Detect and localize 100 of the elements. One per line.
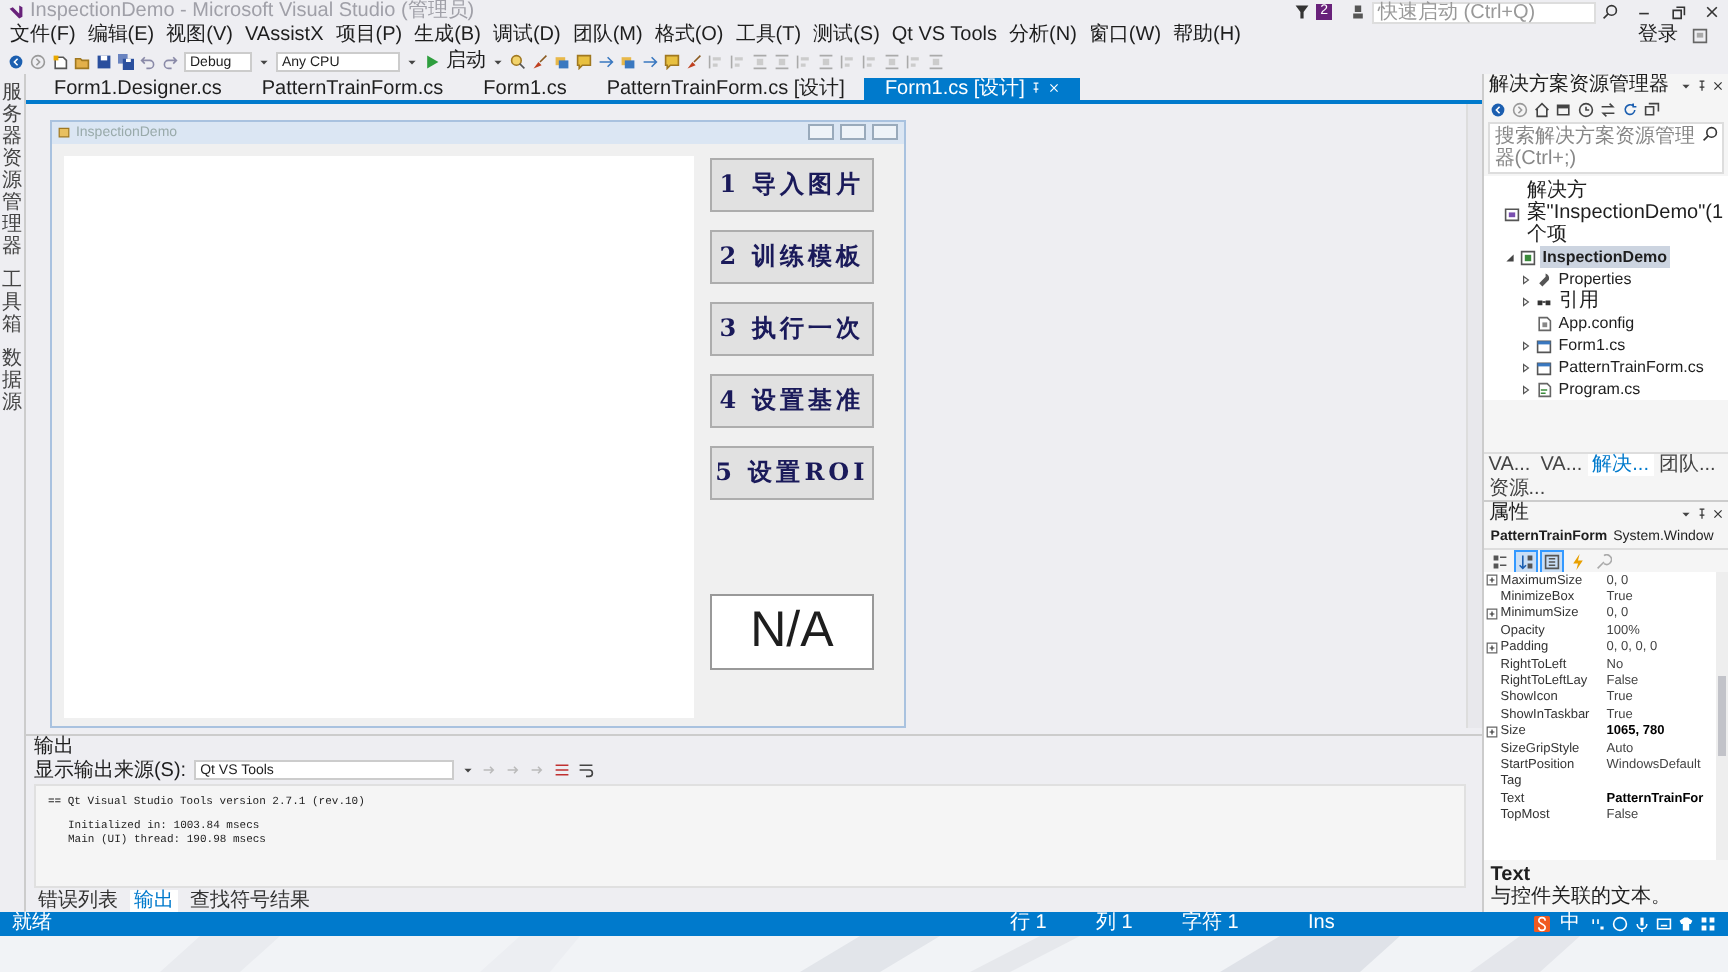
side-tab[interactable]: 数据源 [1,348,22,414]
collapse-arrow-icon[interactable] [1504,251,1517,263]
folder-icon[interactable] [74,53,90,69]
expand-arrow-icon[interactable] [1520,339,1533,351]
caret-icon[interactable] [406,55,418,67]
menu-item[interactable]: 测试(S) [807,24,886,48]
panel-tab[interactable]: VA... [1484,454,1535,476]
close-icon[interactable] [1704,4,1720,20]
play-icon[interactable] [424,53,440,69]
grid-icon[interactable] [1700,916,1716,932]
expand-icon[interactable] [1486,641,1499,654]
layers-icon[interactable] [620,53,636,69]
history-icon[interactable] [1578,101,1595,117]
refresh-icon[interactable] [1622,101,1639,117]
form-button[interactable]: 2 训练模板 [709,229,874,284]
close-icon[interactable] [1712,80,1724,92]
sync-icon[interactable] [1600,101,1617,117]
side-tab[interactable]: 工具箱 [1,270,22,336]
side-tab[interactable]: 服务器资源管理器 [1,82,22,258]
expand-arrow-icon[interactable] [1520,361,1533,373]
clear-icon[interactable] [554,762,571,779]
menu-item[interactable]: 格式(O) [648,24,730,48]
menu-item[interactable]: 文件(F) [4,24,82,48]
find-icon[interactable] [510,53,526,69]
panel-tab[interactable]: 团队... [1655,454,1720,476]
caret-icon[interactable] [492,55,504,67]
menu-item[interactable]: 帮助(H) [1167,24,1247,48]
tree-item[interactable]: Properties [1556,268,1634,290]
panel-tab[interactable]: 解决... [1588,454,1653,476]
arrows-icon[interactable] [642,53,658,69]
document-tab[interactable]: Form1.cs [463,77,587,100]
scrollbar[interactable] [1716,572,1728,860]
panel-tab[interactable]: 输出 [129,889,178,911]
form-button[interactable]: 3 执行一次 [709,301,874,356]
categorized-icon[interactable] [1490,551,1511,571]
sign-in-link[interactable]: 登录 [1632,24,1684,48]
menu-item[interactable]: 生成(B) [408,24,487,48]
expand-icon[interactable] [1486,607,1499,620]
caret-icon[interactable] [1680,508,1692,520]
pin-icon[interactable] [1696,80,1708,92]
menu-item[interactable]: 视图(V) [160,24,239,48]
layers-icon[interactable] [554,53,570,69]
punctuation-icon[interactable] [1590,916,1606,932]
expand-icon[interactable] [1486,725,1499,738]
tree-item[interactable]: App.config [1556,312,1637,334]
microphone-icon[interactable] [1634,916,1650,932]
word-wrap-icon[interactable] [578,762,595,779]
menu-item[interactable]: 项目(P) [329,24,409,48]
arrows-icon[interactable] [598,53,614,69]
panel-tab[interactable]: 资源... [1484,478,1550,500]
menu-item[interactable]: 分析(N) [1003,24,1083,48]
tree-item[interactable]: Form1.cs [1556,334,1628,356]
search-icon[interactable] [1602,4,1618,20]
panel-tab[interactable]: 错误列表 [33,889,122,911]
start-button[interactable]: 启动 [446,49,486,73]
form-button[interactable]: 4 设置基准 [709,373,874,428]
menu-item[interactable]: 窗口(W) [1082,24,1168,48]
save-icon[interactable] [96,53,112,69]
tree-item[interactable]: 引用 [1556,290,1601,312]
menu-item[interactable]: 工具(T) [729,24,808,48]
caret-icon[interactable] [462,764,475,777]
input-method-logo-icon[interactable] [1534,916,1550,932]
menu-item[interactable]: Qt VS Tools [885,24,1004,48]
tree-item[interactable]: PatternTrainForm.cs [1556,356,1706,378]
sort-icon[interactable] [1516,551,1537,571]
property-list-icon[interactable] [1542,551,1563,571]
restore-icon[interactable] [1670,4,1686,20]
collapse-icon[interactable] [1644,101,1661,117]
shirt-icon[interactable] [1678,916,1694,932]
menu-item[interactable]: 调试(D) [486,24,567,48]
comment-icon[interactable] [576,53,592,69]
save-all-icon[interactable] [118,53,134,69]
input-mode[interactable]: 中 [1560,912,1580,936]
expand-arrow-icon[interactable] [1520,295,1533,307]
menu-item[interactable]: VAssistX [238,24,330,48]
back-icon[interactable] [1490,101,1507,117]
panel-tab[interactable]: VA... [1536,454,1587,476]
menu-item[interactable]: 团队(M) [566,24,649,48]
redo-icon[interactable] [162,53,178,69]
expand-arrow-icon[interactable] [1520,383,1533,395]
document-tab[interactable]: Form1.Designer.cs [33,77,242,100]
brush-icon[interactable] [686,53,702,69]
form-button[interactable]: 5 设置ROI [709,445,874,500]
caret-icon[interactable] [1680,80,1692,92]
pin-icon[interactable] [1696,508,1708,520]
back-icon[interactable] [8,53,24,69]
home-icon[interactable] [1534,101,1551,117]
expand-arrow-icon[interactable] [1520,273,1533,285]
expand-icon[interactable] [1486,574,1499,587]
document-tab[interactable]: PatternTrainForm.cs [241,77,464,100]
switch-views-icon[interactable] [1556,101,1573,117]
panel-tab[interactable]: 查找符号结果 [185,889,314,911]
form-button[interactable]: 1 导入图片 [709,157,874,212]
menu-item[interactable]: 编辑(E) [81,24,161,48]
caret-icon[interactable] [258,55,270,67]
document-tab[interactable]: PatternTrainForm.cs [设计] [586,77,865,100]
tree-item[interactable]: Program.cs [1556,378,1643,400]
brush-icon[interactable] [532,53,548,69]
new-project-icon[interactable] [52,53,68,69]
tree-item[interactable]: 解决方案"InspectionDemo"(1 个项 [1524,180,1728,246]
